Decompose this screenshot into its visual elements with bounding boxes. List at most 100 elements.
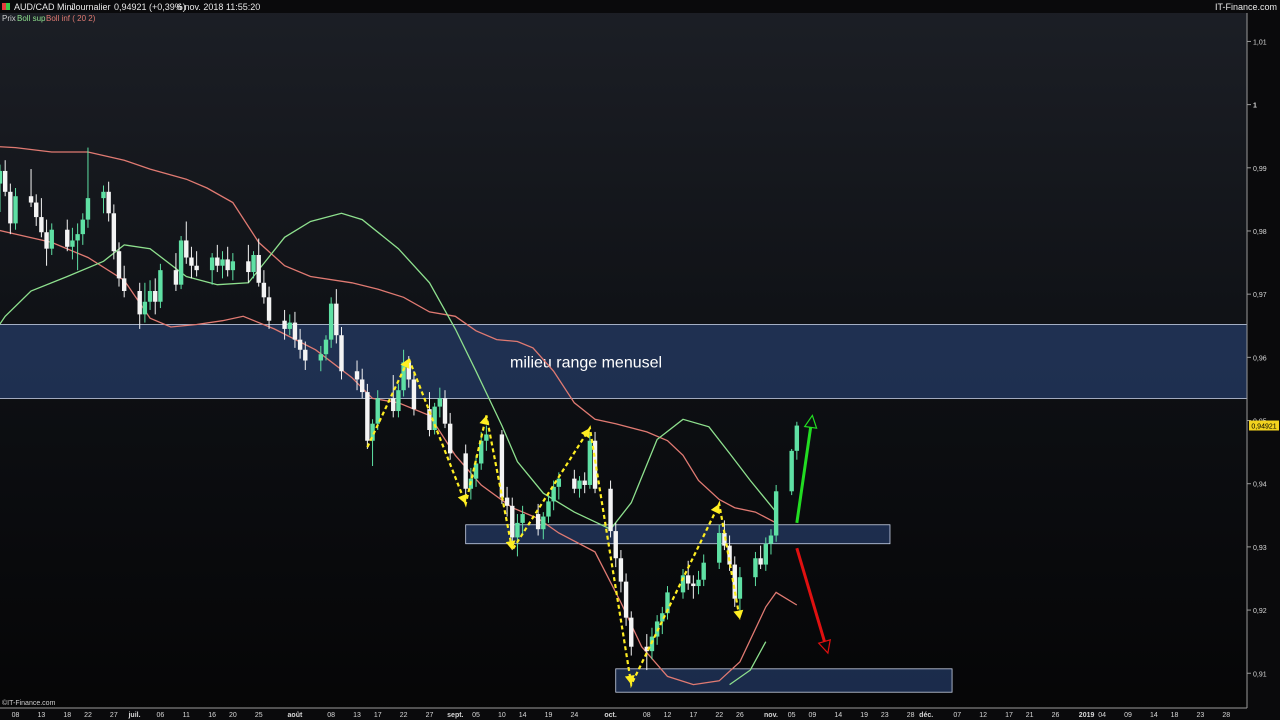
- candle-body: [582, 480, 587, 485]
- x-tick-label: 14: [834, 712, 842, 719]
- candle-body: [608, 488, 613, 532]
- x-tick-label: 27: [110, 712, 118, 719]
- candle-body: [556, 478, 562, 487]
- x-tick-label: 13: [353, 712, 361, 719]
- candle-body: [768, 535, 774, 544]
- x-tick-label: 22: [84, 712, 92, 719]
- x-tick-label: juil.: [127, 712, 140, 719]
- x-tick-label: 07: [953, 712, 961, 719]
- candle-body: [701, 562, 706, 580]
- x-tick-label: 09: [1124, 712, 1132, 719]
- candle-body: [629, 617, 634, 647]
- candle-body: [504, 497, 510, 506]
- candle-body: [65, 229, 70, 247]
- candle-body: [510, 505, 515, 538]
- x-tick-label: 17: [374, 712, 382, 719]
- zone-label: milieu range menusel: [510, 354, 662, 371]
- candle-body: [13, 196, 18, 224]
- candle-body: [696, 579, 701, 587]
- candle-body: [773, 491, 779, 536]
- candle-body: [484, 434, 489, 441]
- candle-body: [541, 516, 546, 530]
- y-tick-label: 0,92: [1253, 608, 1267, 615]
- x-tick-label: 22: [715, 712, 723, 719]
- x-tick-label: 08: [12, 712, 20, 719]
- x-tick-label: 14: [519, 712, 527, 719]
- x-tick-label: 13: [37, 712, 45, 719]
- candle-body: [758, 558, 763, 565]
- instrument-title: AUD/CAD Mini: [14, 2, 74, 12]
- candle-body: [209, 257, 215, 271]
- x-tick-label: 10: [498, 712, 506, 719]
- candle-body: [178, 240, 184, 285]
- x-tick-label: 22: [400, 712, 408, 719]
- y-tick-label: 0,94: [1253, 482, 1267, 489]
- candle-body: [618, 558, 624, 582]
- legend-boll-inf: Boll inf ( 20 2): [46, 14, 96, 23]
- candle-body: [142, 301, 148, 315]
- candle-body: [75, 234, 80, 241]
- x-tick-label: 09: [808, 712, 816, 719]
- x-tick-label: 16: [208, 712, 216, 719]
- candle-body: [763, 543, 768, 565]
- x-tick-label: 18: [1171, 712, 1179, 719]
- x-tick-label: 12: [979, 712, 987, 719]
- candle-body: [153, 291, 158, 302]
- candle-body: [106, 191, 111, 214]
- candle-body: [44, 232, 49, 249]
- candle-body: [251, 254, 256, 273]
- candle-body: [297, 339, 303, 350]
- candle-body: [354, 371, 360, 380]
- candle-body: [737, 577, 743, 599]
- y-tick-label: 0,96: [1253, 355, 1267, 362]
- candle-body: [303, 349, 308, 361]
- x-tick-label: 21: [1026, 712, 1034, 719]
- candle-body: [691, 583, 696, 587]
- candle-body: [359, 379, 365, 393]
- candle-body: [111, 213, 117, 252]
- x-tick-label: 17: [1005, 712, 1013, 719]
- x-tick-label: sept.: [447, 712, 463, 719]
- candle-body: [572, 478, 577, 489]
- x-tick-label: 28: [1222, 712, 1230, 719]
- candle-body: [85, 198, 91, 220]
- candle-body: [0, 170, 3, 184]
- x-tick-label: 24: [570, 712, 578, 719]
- x-tick-label: 18: [63, 712, 71, 719]
- x-tick-label: nov.: [764, 712, 778, 719]
- x-tick-label: 08: [643, 712, 651, 719]
- candle-body: [546, 501, 551, 517]
- candle-body: [256, 254, 261, 283]
- candle-body: [328, 303, 334, 340]
- candle-body: [116, 251, 122, 279]
- instrument-color-icon-2: [6, 3, 10, 10]
- zone-1: [465, 524, 891, 545]
- y-tick-label: 0,93: [1253, 545, 1267, 552]
- x-tick-label: déc.: [919, 712, 933, 719]
- candle-body: [49, 229, 54, 249]
- candle-body: [261, 282, 267, 298]
- zone-2: [615, 668, 953, 693]
- candle-body: [246, 261, 251, 273]
- current-price-label: 0,94921: [1251, 424, 1276, 431]
- candle-body: [39, 217, 44, 233]
- datetime-label: 6 nov. 2018 11:55:20: [177, 2, 260, 12]
- x-tick-label: 04: [1098, 712, 1106, 719]
- candle-body: [437, 398, 443, 407]
- x-tick-label: 25: [255, 712, 263, 719]
- x-tick-label: 19: [545, 712, 553, 719]
- candle-body: [215, 257, 220, 266]
- candle-body: [794, 425, 800, 451]
- period-label: Journalier: [71, 2, 111, 12]
- y-tick-label: 0,98: [1253, 229, 1267, 236]
- x-tick-label: 26: [1052, 712, 1060, 719]
- candle-body: [447, 423, 453, 454]
- candle-body: [282, 320, 287, 329]
- candle-body: [70, 240, 75, 247]
- candle-body: [8, 191, 13, 224]
- y-tick-label: 0,99: [1253, 166, 1267, 173]
- candle-body: [158, 270, 163, 302]
- candle-body: [287, 322, 292, 329]
- candle-body: [101, 191, 106, 199]
- quote-label: 0,94921 (+0,39%): [114, 2, 186, 12]
